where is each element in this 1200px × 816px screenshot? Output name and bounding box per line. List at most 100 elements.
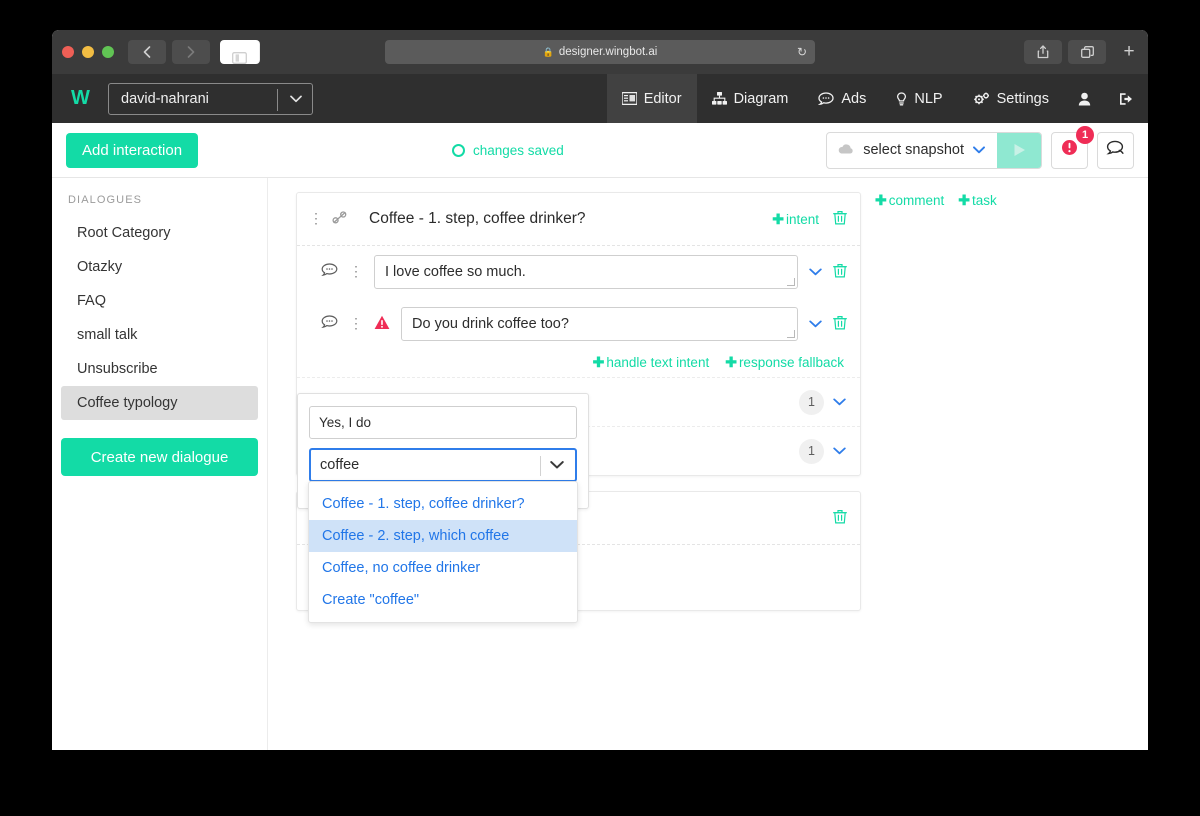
handle-text-intent-link[interactable]: ✚ handle text intent — [593, 354, 710, 371]
sidebar-item-root-category[interactable]: Root Category — [61, 216, 258, 250]
message-text-input[interactable]: Do you drink coffee too? — [401, 307, 798, 341]
ads-chat-icon — [818, 92, 835, 105]
exclamation-circle-icon — [1061, 139, 1078, 161]
add-intent-link[interactable]: ✚ intent — [772, 211, 819, 228]
intent-count-badge: 1 — [799, 438, 824, 464]
editor-canvas: ✚ comment ✚ task ⋮ Coffee - 1. step, cof… — [268, 178, 1148, 750]
browser-nav-buttons — [128, 40, 210, 64]
message-bubble-icon — [321, 263, 338, 281]
nav-label-nlp: NLP — [914, 90, 943, 107]
add-comment-label: comment — [888, 193, 945, 208]
back-button[interactable] — [128, 40, 166, 64]
expand-intent-chevron-down-icon[interactable] — [833, 395, 846, 409]
card-header-actions: ✚ intent — [772, 210, 847, 229]
browser-titlebar: 🔒 designer.wingbot.ai ↻ + — [52, 30, 1148, 74]
combobox-option-highlighted[interactable]: Coffee - 2. step, which coffee — [309, 520, 577, 552]
plus-icon: ✚ — [875, 192, 887, 208]
more-dots-icon[interactable]: ⋮ — [349, 264, 363, 278]
expand-intent-chevron-down-icon[interactable] — [833, 444, 846, 458]
share-icon[interactable] — [1024, 40, 1062, 64]
project-selector[interactable]: david-nahrani — [108, 82, 313, 115]
trash-icon[interactable] — [833, 509, 847, 528]
sidebar-item-unsubscribe[interactable]: Unsubscribe — [61, 352, 258, 386]
alert-count-badge: 1 — [1076, 125, 1094, 144]
close-window-button[interactable] — [62, 46, 74, 58]
message-row: ⋮ I love coffee so much. — [297, 246, 860, 298]
comment-bubble-icon — [1106, 140, 1125, 161]
chevron-down-icon[interactable] — [550, 458, 564, 473]
expand-message-chevron-down-icon[interactable] — [809, 317, 822, 331]
tab-overview-icon[interactable] — [1068, 40, 1106, 64]
toolbar-right-group: select snapshot 1 — [826, 125, 1134, 169]
trash-icon[interactable] — [833, 210, 847, 229]
annotation-rail: ✚ comment ✚ task — [875, 192, 997, 209]
delete-message-trash-icon[interactable] — [833, 315, 847, 334]
plus-icon: ✚ — [772, 210, 784, 227]
sidebar-item-faq[interactable]: FAQ — [61, 284, 258, 318]
sidebar-heading: DIALOGUES — [68, 194, 143, 206]
delete-message-trash-icon[interactable] — [833, 263, 847, 282]
response-fallback-link[interactable]: ✚ response fallback — [725, 354, 844, 371]
save-status: changes saved — [452, 143, 564, 158]
cloud-icon — [838, 142, 854, 158]
combobox-option[interactable]: Coffee - 1. step, coffee drinker? — [309, 488, 577, 520]
nav-item-ads[interactable]: Ads — [803, 74, 881, 123]
sidebar-item-small-talk[interactable]: small talk — [61, 318, 258, 352]
window-controls — [62, 46, 114, 58]
quick-reply-popover: Yes, I do coffee Coffee - 1. step, coffe… — [297, 393, 589, 623]
add-task-label: task — [972, 193, 997, 208]
snapshot-select[interactable]: select snapshot — [827, 133, 997, 168]
expand-message-chevron-down-icon[interactable] — [809, 265, 822, 279]
logout-button[interactable] — [1105, 74, 1148, 123]
add-interaction-button[interactable]: Add interaction — [66, 132, 199, 168]
minimize-window-button[interactable] — [82, 46, 94, 58]
sidebar-toggle-icon[interactable] — [220, 40, 260, 64]
dialogues-sidebar: DIALOGUES Root Category Otazky FAQ small… — [52, 178, 268, 750]
nav-label-editor: Editor — [643, 90, 682, 107]
account-button[interactable] — [1064, 74, 1105, 123]
add-comment-link[interactable]: ✚ comment — [875, 192, 944, 209]
combobox-options-list: Coffee - 1. step, coffee drinker? Coffee… — [308, 481, 578, 623]
message-text-input[interactable]: I love coffee so much. — [374, 255, 798, 289]
sidebar-item-otazky[interactable]: Otazky — [61, 250, 258, 284]
add-task-link[interactable]: ✚ task — [958, 192, 997, 209]
url-text: designer.wingbot.ai — [558, 46, 658, 58]
alerts-button[interactable]: 1 — [1051, 125, 1094, 169]
anchor-link-icon[interactable] — [332, 211, 347, 227]
drag-dots-icon[interactable]: ⋮ — [309, 211, 323, 225]
snapshot-control: select snapshot — [826, 131, 1042, 169]
lock-icon: 🔒 — [542, 46, 554, 57]
combobox-option-create[interactable]: Create "coffee" — [309, 584, 577, 616]
forward-button[interactable] — [172, 40, 210, 64]
address-bar[interactable]: 🔒 designer.wingbot.ai ↻ — [385, 40, 815, 64]
app-navbar: W david-nahrani Editor Diagram Ads NLP S… — [52, 74, 1148, 123]
create-new-dialogue-button[interactable]: Create new dialogue — [61, 438, 258, 476]
more-dots-icon[interactable]: ⋮ — [349, 316, 363, 330]
warning-triangle-icon — [374, 315, 390, 334]
snapshot-label: select snapshot — [863, 142, 964, 158]
editor-toolbar: Add interaction changes saved select sna… — [52, 123, 1148, 178]
maximize-window-button[interactable] — [102, 46, 114, 58]
comments-button[interactable] — [1097, 131, 1134, 169]
handle-text-intent-label: handle text intent — [606, 355, 710, 370]
nav-item-nlp[interactable]: NLP — [881, 74, 957, 123]
quick-reply-title-input[interactable]: Yes, I do — [309, 406, 577, 439]
nav-label-settings: Settings — [996, 90, 1049, 107]
gears-icon — [973, 92, 990, 106]
nlp-bulb-icon — [896, 91, 907, 106]
nav-item-editor[interactable]: Editor — [606, 74, 697, 123]
sidebar-item-coffee-typology[interactable]: Coffee typology — [61, 386, 258, 420]
nav-label-diagram: Diagram — [733, 90, 789, 107]
reload-icon[interactable]: ↻ — [797, 45, 807, 59]
deploy-button[interactable] — [997, 132, 1041, 168]
wingbot-logo[interactable]: W — [52, 87, 108, 110]
new-tab-button[interactable]: + — [1116, 37, 1142, 67]
nav-item-settings[interactable]: Settings — [958, 74, 1064, 123]
browser-window: 🔒 designer.wingbot.ai ↻ + W david-nahran… — [52, 30, 1148, 750]
target-interaction-combobox[interactable]: coffee — [309, 448, 577, 482]
save-status-text: changes saved — [473, 142, 564, 158]
nav-item-diagram[interactable]: Diagram — [697, 74, 804, 123]
nav-label-ads: Ads — [841, 90, 867, 107]
plus-icon: ✚ — [958, 192, 970, 208]
combobox-option[interactable]: Coffee, no coffee drinker — [309, 552, 577, 584]
